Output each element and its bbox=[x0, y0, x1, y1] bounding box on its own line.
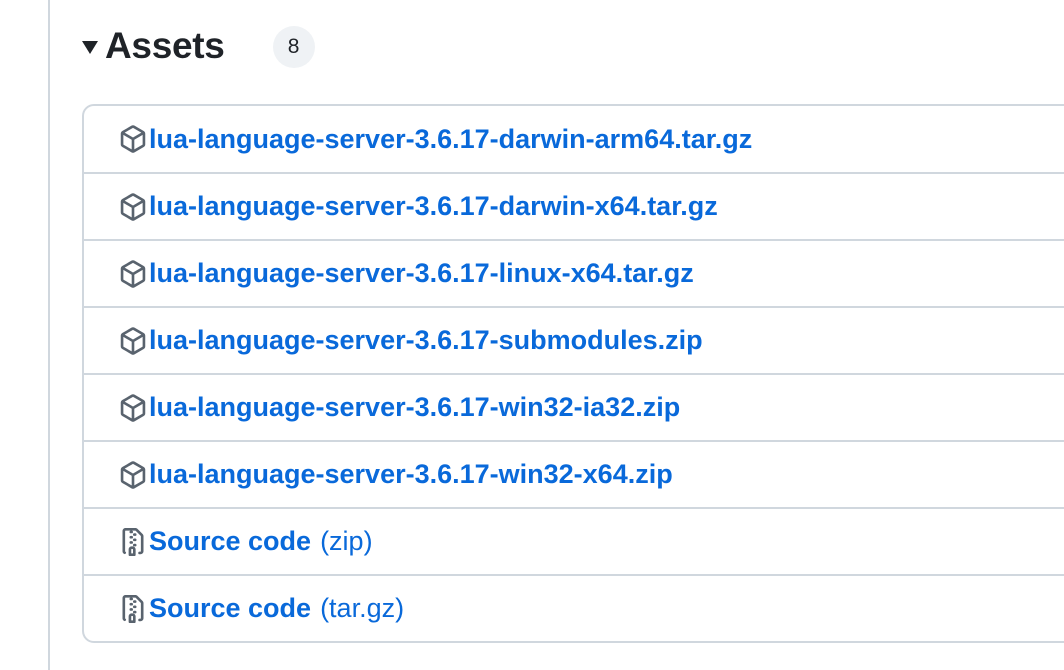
assets-list: lua-language-server-3.6.17-darwin-arm64.… bbox=[82, 104, 1064, 643]
asset-download-link[interactable]: lua-language-server-3.6.17-darwin-arm64.… bbox=[149, 124, 752, 155]
asset-download-link[interactable]: lua-language-server-3.6.17-win32-x64.zip bbox=[149, 459, 673, 490]
asset-download-link[interactable]: Source code bbox=[149, 593, 311, 624]
asset-download-link[interactable]: lua-language-server-3.6.17-submodules.zi… bbox=[149, 325, 703, 356]
assets-header: Assets 8 bbox=[82, 18, 315, 74]
asset-download-link[interactable]: lua-language-server-3.6.17-linux-x64.tar… bbox=[149, 258, 694, 289]
release-assets-page: Assets 8 lua-language-server-3.6.17-darw… bbox=[0, 0, 1064, 670]
asset-row: lua-language-server-3.6.17-win32-x64.zip bbox=[84, 440, 1064, 507]
caret-down-icon bbox=[82, 41, 98, 54]
asset-download-link[interactable]: Source code bbox=[149, 526, 311, 557]
package-icon bbox=[118, 393, 148, 423]
asset-row: Source code (zip) bbox=[84, 507, 1064, 574]
assets-title: Assets bbox=[105, 25, 225, 66]
asset-download-link[interactable]: lua-language-server-3.6.17-darwin-x64.ta… bbox=[149, 191, 718, 222]
assets-count-badge: 8 bbox=[272, 26, 315, 68]
file-zip-icon bbox=[118, 594, 148, 624]
file-zip-icon bbox=[118, 527, 148, 557]
assets-toggle[interactable]: Assets bbox=[82, 25, 225, 67]
package-icon bbox=[118, 124, 148, 154]
asset-format-suffix: (zip) bbox=[320, 526, 373, 556]
package-icon bbox=[118, 259, 148, 289]
asset-row: lua-language-server-3.6.17-darwin-arm64.… bbox=[84, 106, 1064, 172]
asset-row: lua-language-server-3.6.17-win32-ia32.zi… bbox=[84, 373, 1064, 440]
package-icon bbox=[118, 460, 148, 490]
timeline-divider bbox=[48, 0, 50, 670]
asset-download-link[interactable]: lua-language-server-3.6.17-win32-ia32.zi… bbox=[149, 392, 680, 423]
package-icon bbox=[118, 192, 148, 222]
asset-row: lua-language-server-3.6.17-linux-x64.tar… bbox=[84, 239, 1064, 306]
package-icon bbox=[118, 326, 148, 356]
asset-row: Source code (tar.gz) bbox=[84, 574, 1064, 641]
asset-format-suffix: (tar.gz) bbox=[320, 593, 405, 623]
asset-row: lua-language-server-3.6.17-darwin-x64.ta… bbox=[84, 172, 1064, 239]
asset-row: lua-language-server-3.6.17-submodules.zi… bbox=[84, 306, 1064, 373]
